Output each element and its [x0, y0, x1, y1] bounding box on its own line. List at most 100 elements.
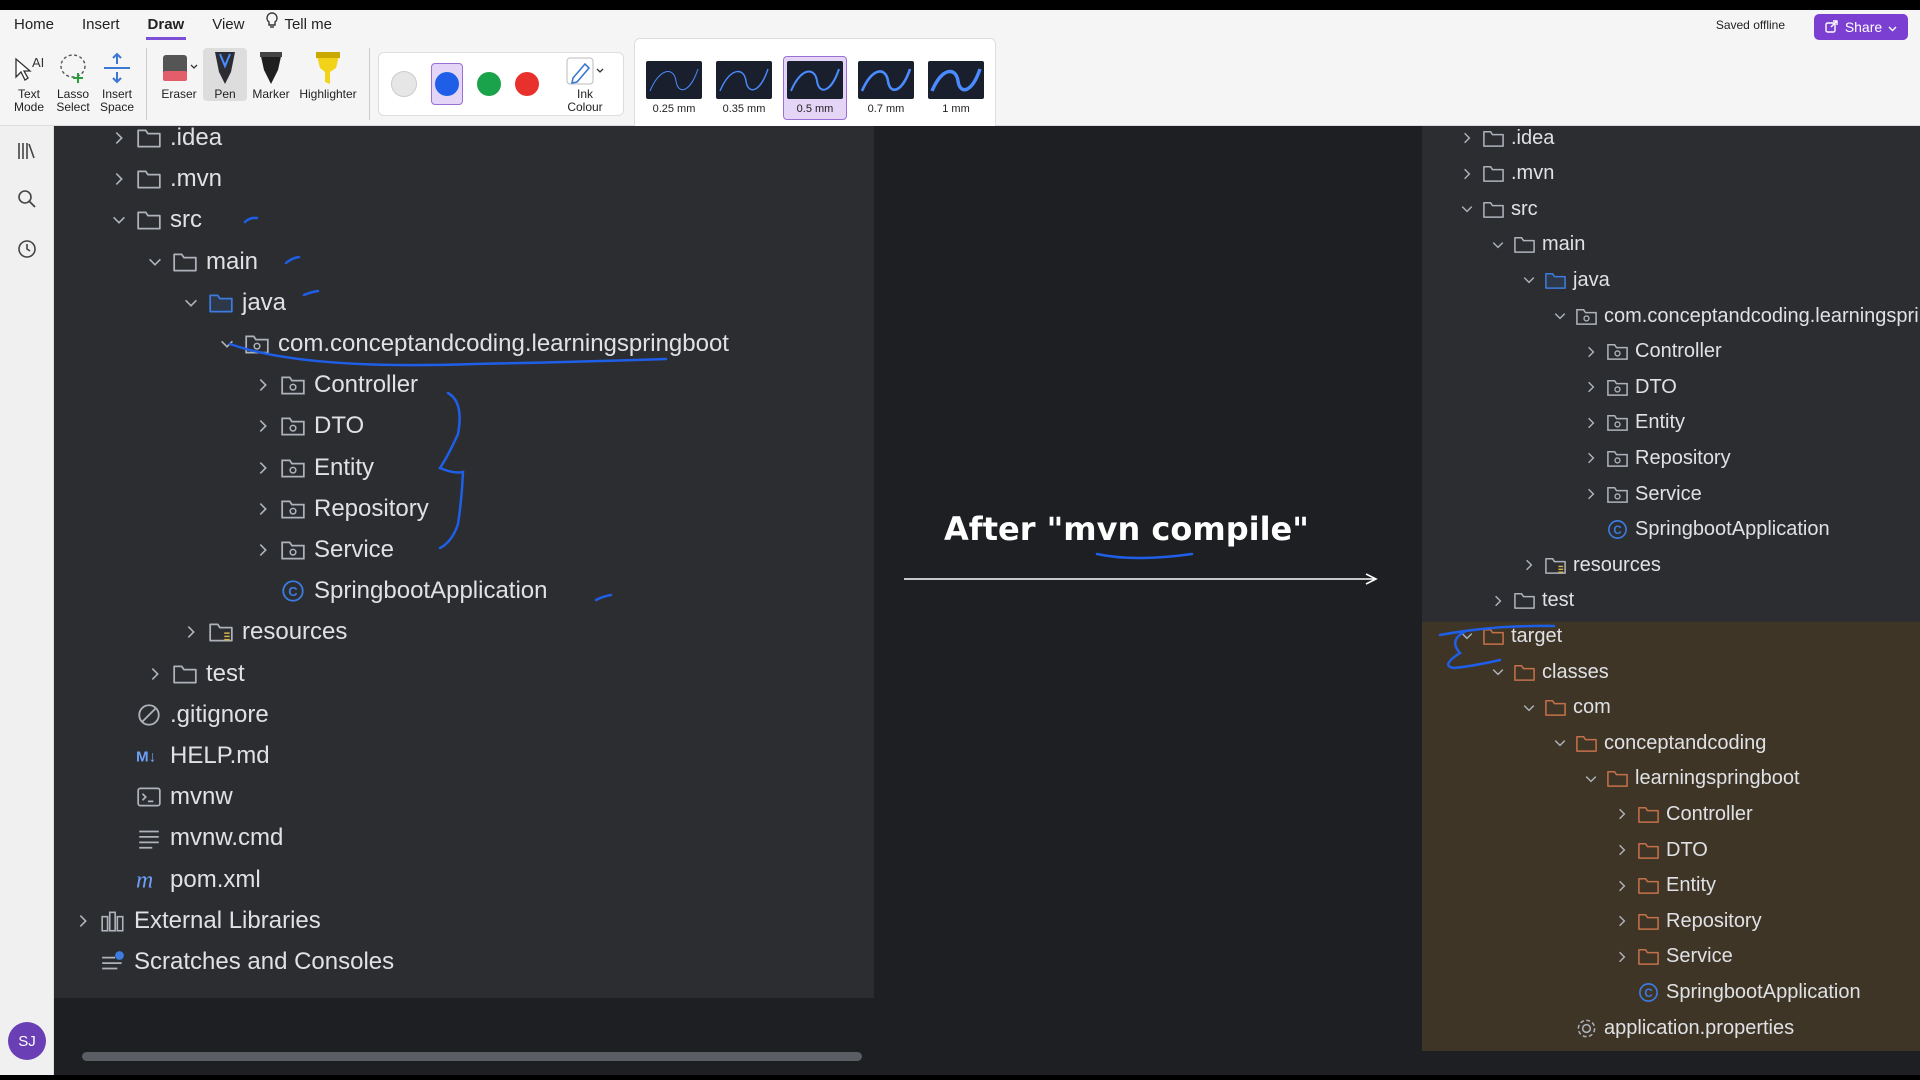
chevron-right-icon[interactable] — [1607, 949, 1637, 965]
tree-item-resources[interactable]: resources — [1514, 548, 1661, 582]
chevron-right-icon[interactable] — [1576, 486, 1606, 502]
tree-item-mvn[interactable]: .mvn — [1452, 157, 1554, 191]
text-mode-button[interactable]: AI Text Mode — [8, 48, 50, 114]
chevron-down-icon[interactable] — [1452, 201, 1482, 217]
pen-button[interactable]: Pen — [203, 48, 247, 101]
tree-item-learningspringboot[interactable]: learningspringboot — [1576, 762, 1800, 796]
chevron-right-icon[interactable] — [1607, 913, 1637, 929]
color-swatch-light-gray[interactable] — [391, 71, 417, 97]
tree-item-mvnw-cmd[interactable]: mvnw.cmd — [102, 818, 283, 858]
chevron-right-icon[interactable] — [102, 170, 136, 188]
chevron-down-icon[interactable] — [1514, 272, 1544, 288]
chevron-right-icon[interactable] — [246, 500, 280, 518]
tree-item-service[interactable]: Service — [1576, 477, 1702, 511]
chevron-down-icon[interactable] — [1483, 237, 1513, 253]
size-option-1[interactable]: 1 mm — [925, 57, 987, 119]
tab-insert[interactable]: Insert — [80, 10, 122, 40]
tree-item-dto[interactable]: DTO — [1607, 833, 1708, 867]
note-canvas[interactable]: .idea .mvn src main java com.conceptandcoding… — [54, 124, 1920, 1080]
chevron-right-icon[interactable] — [1576, 379, 1606, 395]
color-swatch-red[interactable] — [515, 72, 539, 96]
avatar[interactable]: SJ — [8, 1022, 46, 1060]
chevron-right-icon[interactable] — [102, 129, 136, 147]
insert-space-button[interactable]: Insert Space — [96, 48, 138, 114]
tree-item-entity[interactable]: Entity — [1607, 869, 1716, 903]
tree-item-mvn[interactable]: .mvn — [102, 159, 222, 199]
tree-item-dto[interactable]: DTO — [246, 406, 364, 446]
chevron-right-icon[interactable] — [66, 912, 100, 930]
tree-item-springbootapplication[interactable]: C SpringbootApplication — [1607, 975, 1861, 1009]
share-button[interactable]: Share — [1814, 14, 1908, 40]
tree-item-test[interactable]: test — [138, 654, 245, 694]
chevron-right-icon[interactable] — [1576, 415, 1606, 431]
chevron-down-icon[interactable] — [102, 211, 136, 229]
tree-item-target[interactable]: target — [1452, 619, 1562, 653]
tree-item-repository[interactable]: Repository — [246, 489, 429, 529]
tree-item-application-properties[interactable]: application.properties — [1545, 1011, 1794, 1045]
chevron-down-icon[interactable] — [1483, 664, 1513, 680]
tree-item-resources[interactable]: resources — [174, 612, 347, 652]
chevron-down-icon[interactable] — [1545, 735, 1575, 751]
chevron-right-icon[interactable] — [246, 417, 280, 435]
chevron-right-icon[interactable] — [1452, 166, 1482, 182]
tree-item-src[interactable]: src — [102, 200, 202, 240]
tell-me-search[interactable]: Tell me — [264, 10, 334, 40]
chevron-right-icon[interactable] — [1483, 593, 1513, 609]
tree-item-repository[interactable]: Repository — [1576, 441, 1731, 475]
color-swatch-blue[interactable] — [435, 72, 459, 96]
recent-icon[interactable] — [14, 236, 40, 262]
tree-item-controller[interactable]: Controller — [1607, 797, 1753, 831]
color-swatch-green[interactable] — [477, 72, 501, 96]
chevron-right-icon[interactable] — [246, 459, 280, 477]
tree-item-classes[interactable]: classes — [1483, 655, 1609, 689]
tree-item-external-libraries[interactable]: External Libraries — [66, 901, 321, 941]
chevron-right-icon[interactable] — [1607, 878, 1637, 894]
tree-item-service[interactable]: Service — [246, 530, 394, 570]
chevron-right-icon[interactable] — [1607, 806, 1637, 822]
size-option-035[interactable]: 0.35 mm — [713, 57, 775, 119]
chevron-down-icon[interactable] — [138, 253, 172, 271]
tree-item-controller[interactable]: Controller — [246, 365, 418, 405]
ink-colour-button[interactable]: Ink Colour — [559, 54, 611, 114]
chevron-down-icon[interactable] — [210, 335, 244, 353]
marker-button[interactable]: Marker — [249, 48, 293, 101]
tree-item-com-conceptandcoding-learningspringboot[interactable]: com.conceptandcoding.learningspringboot — [1545, 299, 1920, 333]
chevron-right-icon[interactable] — [1514, 557, 1544, 573]
chevron-right-icon[interactable] — [1607, 842, 1637, 858]
chevron-right-icon[interactable] — [1452, 130, 1482, 146]
size-option-05[interactable]: 0.5 mm — [783, 56, 847, 120]
eraser-button[interactable]: Eraser — [157, 48, 201, 101]
tree-item-idea[interactable]: .idea — [1452, 126, 1554, 155]
chevron-right-icon[interactable] — [1576, 450, 1606, 466]
tree-item-gitignore[interactable]: .gitignore — [102, 695, 269, 735]
chevron-right-icon[interactable] — [1576, 344, 1606, 360]
lasso-select-button[interactable]: Lasso Select — [52, 48, 94, 114]
notebooks-icon[interactable] — [14, 138, 40, 164]
tab-home[interactable]: Home — [12, 10, 56, 40]
tree-item-idea[interactable]: .idea — [102, 118, 222, 158]
chevron-right-icon[interactable] — [138, 665, 172, 683]
highlighter-button[interactable]: Highlighter — [295, 48, 361, 101]
tree-item-test[interactable]: test — [1483, 584, 1574, 618]
tree-item-java[interactable]: java — [1514, 263, 1610, 297]
tree-item-entity[interactable]: Entity — [1576, 406, 1685, 440]
tree-item-com[interactable]: com — [1514, 691, 1611, 725]
tree-item-controller[interactable]: Controller — [1576, 335, 1722, 369]
chevron-right-icon[interactable] — [246, 376, 280, 394]
tree-item-springbootapplication[interactable]: C SpringbootApplication — [246, 571, 548, 611]
chevron-right-icon[interactable] — [246, 541, 280, 559]
size-option-025[interactable]: 0.25 mm — [643, 57, 705, 119]
tree-item-main[interactable]: main — [1483, 228, 1585, 262]
tree-item-mvnw[interactable]: mvnw — [102, 777, 233, 817]
search-icon[interactable] — [14, 186, 40, 212]
tree-item-help-md[interactable]: M↓ HELP.md — [102, 736, 270, 776]
chevron-down-icon[interactable] — [1576, 771, 1606, 787]
tree-item-com-conceptandcoding-learningspringboot[interactable]: com.conceptandcoding.learningspringboot — [210, 324, 729, 364]
tree-item-springbootapplication[interactable]: C SpringbootApplication — [1576, 513, 1830, 547]
chevron-right-icon[interactable] — [174, 623, 208, 641]
chevron-down-icon[interactable] — [1514, 700, 1544, 716]
chevron-down-icon[interactable] — [1545, 308, 1575, 324]
tab-view[interactable]: View — [210, 10, 246, 40]
tree-item-src[interactable]: src — [1452, 192, 1538, 226]
tree-item-entity[interactable]: Entity — [246, 448, 374, 488]
